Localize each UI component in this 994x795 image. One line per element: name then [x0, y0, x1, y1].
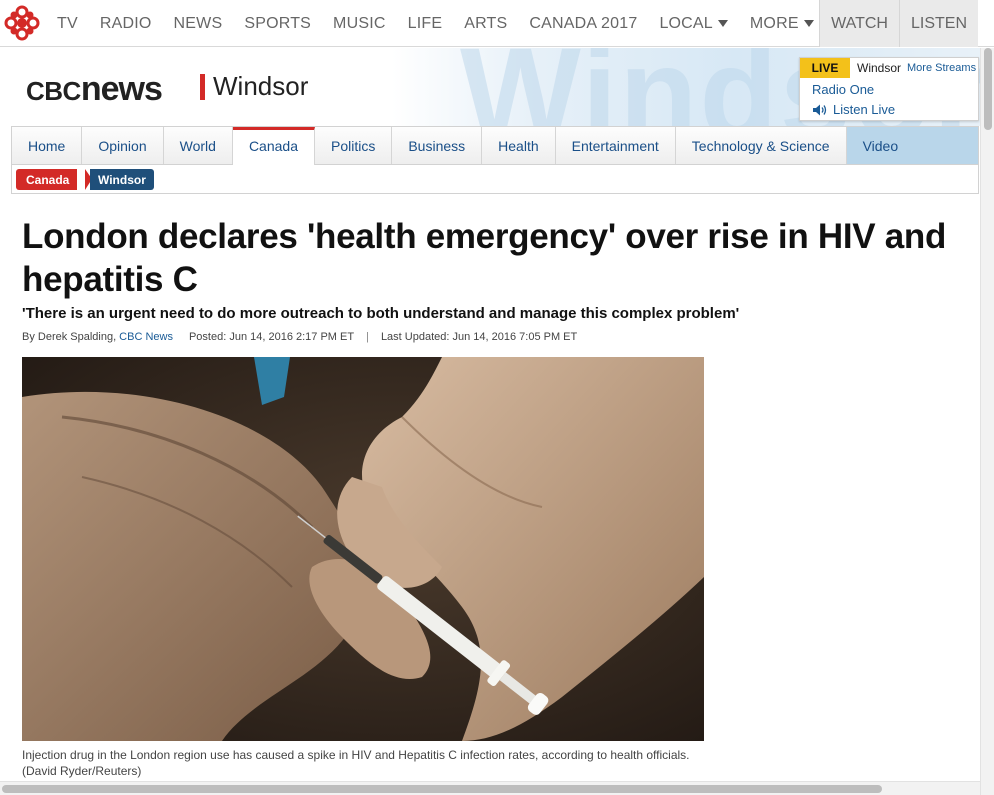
topnav-item-music[interactable]: MUSIC [322, 15, 397, 33]
topnav-item-life[interactable]: LIFE [397, 15, 454, 33]
topnav-item-label: LOCAL [659, 14, 713, 32]
watch-button[interactable]: WATCH [819, 0, 899, 47]
topnav-item-label: RADIO [99, 14, 152, 32]
live-station: Windsor [857, 61, 902, 75]
topnav-item-news[interactable]: NEWS [163, 15, 234, 33]
topnav-item-label: LIFE [407, 14, 443, 32]
vertical-scrollbar[interactable] [980, 48, 994, 795]
photo-caption: Injection drug in the London region use … [22, 747, 722, 779]
tab-politics[interactable]: Politics [315, 127, 393, 164]
byline-org-link[interactable]: CBC News [119, 331, 173, 343]
cbc-news-logo[interactable]: CBC news [26, 70, 163, 109]
topnav-item-local[interactable]: LOCAL [648, 15, 738, 33]
byline-author: By Derek Spalding, [22, 331, 117, 343]
live-badge: LIVE [800, 58, 850, 78]
topnav-item-radio[interactable]: RADIO [89, 15, 163, 33]
tab-world[interactable]: World [164, 127, 233, 164]
topnav-item-label: CANADA 2017 [529, 14, 638, 32]
tab-home[interactable]: Home [12, 127, 83, 164]
tab-video[interactable]: Video [846, 127, 978, 164]
article-byline: By Derek Spalding, CBC News Posted: Jun … [22, 331, 577, 343]
tab-health[interactable]: Health [482, 127, 556, 164]
section-navigation: Home Opinion World Canada Politics Busin… [11, 126, 979, 165]
topnav-item-canada-2017[interactable]: CANADA 2017 [518, 15, 648, 33]
topnav-item-label: MORE [749, 14, 799, 32]
listen-live-link[interactable]: Listen Live [812, 102, 895, 117]
top-nav-items: TV RADIO NEWS SPORTS MUSIC LIFE ARTS CAN… [46, 0, 825, 47]
listen-button[interactable]: LISTEN [898, 0, 978, 47]
topnav-item-label: NEWS [173, 14, 223, 32]
more-streams-link[interactable]: More Streams [907, 62, 976, 74]
breadcrumb: Canada Windsor [11, 165, 979, 194]
byline-separator: | [366, 331, 369, 343]
topnav-item-label: ARTS [464, 14, 508, 32]
top-navigation: TV RADIO NEWS SPORTS MUSIC LIFE ARTS CAN… [0, 0, 994, 47]
topnav-item-arts[interactable]: ARTS [453, 15, 518, 33]
region-name[interactable]: Windsor [213, 71, 308, 102]
breadcrumb-windsor[interactable]: Windsor [90, 169, 154, 190]
radio-one-link[interactable]: Radio One [812, 82, 874, 97]
topnav-item-more[interactable]: MORE [739, 15, 825, 33]
logo-news-text: news [80, 70, 163, 108]
article-deck: 'There is an urgent need to do more outr… [22, 305, 740, 322]
topnav-item-label: MUSIC [333, 14, 386, 32]
topnav-item-tv[interactable]: TV [46, 15, 89, 33]
caption-text: Injection drug in the London region use … [22, 748, 690, 762]
tab-technology-science[interactable]: Technology & Science [676, 127, 847, 164]
breadcrumb-canada[interactable]: Canada [16, 169, 78, 190]
vertical-scroll-thumb[interactable] [984, 48, 992, 130]
updated-time: Last Updated: Jun 14, 2016 7:05 PM ET [380, 331, 578, 343]
listen-live-label: Listen Live [833, 102, 896, 117]
horizontal-scrollbar[interactable] [0, 781, 980, 795]
live-radio-box: LIVE Windsor More Streams Radio One List… [799, 57, 979, 121]
article-headline: London declares 'health emergency' over … [22, 217, 947, 299]
cbc-gem-icon[interactable] [4, 5, 40, 41]
logo-cbc-text: CBC [26, 76, 81, 106]
speaker-icon [813, 104, 827, 115]
tab-entertainment[interactable]: Entertainment [556, 127, 676, 164]
article-photo[interactable] [22, 357, 704, 741]
tab-canada[interactable]: Canada [232, 127, 315, 165]
caption-credit: (David Ryder/Reuters) [22, 764, 142, 778]
caret-down-icon [717, 20, 728, 27]
region-accent-bar [200, 74, 205, 100]
caret-down-icon [803, 20, 814, 27]
topnav-item-label: TV [57, 14, 78, 32]
posted-time: Posted: Jun 14, 2016 2:17 PM ET [188, 331, 355, 343]
topnav-item-label: SPORTS [244, 14, 312, 32]
syringe-photo-illustration [22, 357, 704, 741]
tab-business[interactable]: Business [392, 127, 483, 164]
horizontal-scroll-thumb[interactable] [2, 785, 882, 793]
watch-listen-group: WATCH LISTEN [819, 0, 978, 47]
tab-opinion[interactable]: Opinion [82, 127, 164, 164]
topnav-item-sports[interactable]: SPORTS [233, 15, 322, 33]
